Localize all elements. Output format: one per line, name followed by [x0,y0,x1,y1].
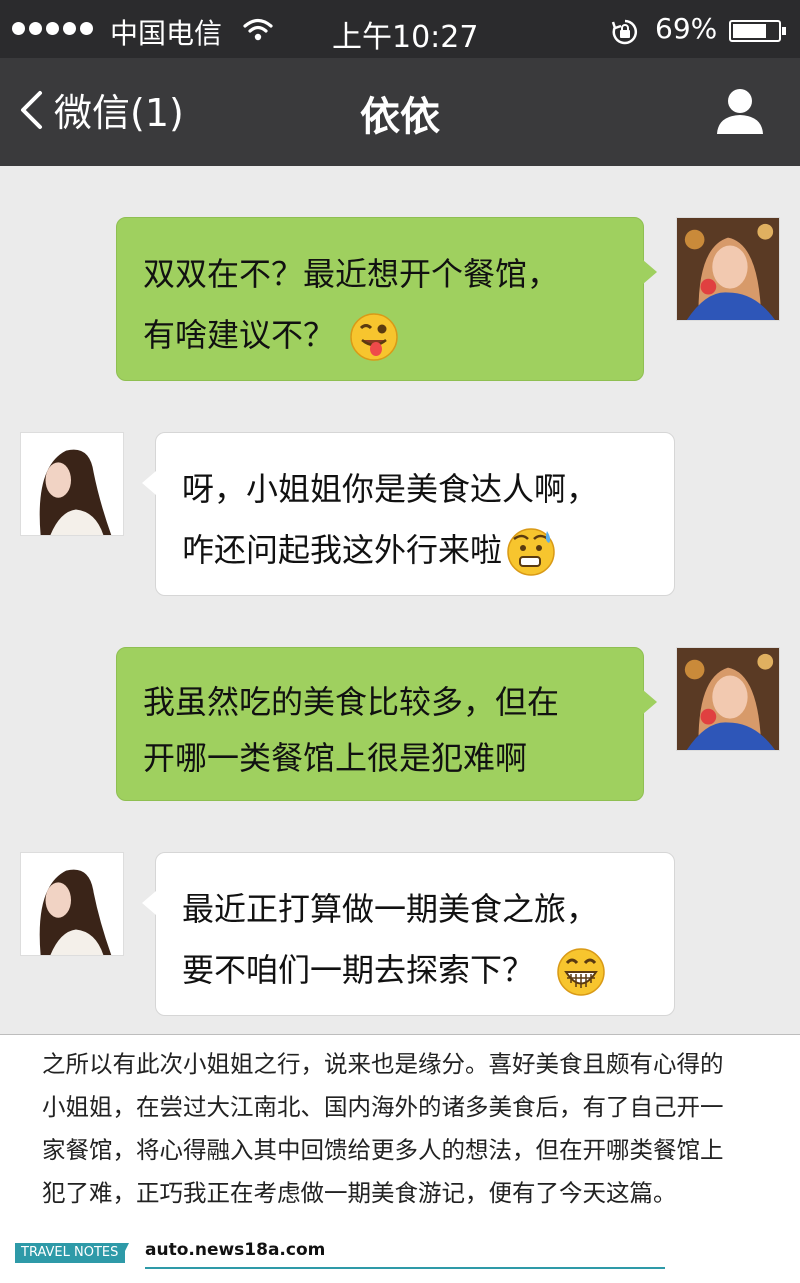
contact-avatar[interactable] [20,432,124,536]
message-text: 呀，小姐姐你是美食达人啊， [182,470,599,508]
message-text: 咋还问起我这外行来啦 [182,531,503,569]
contact-avatar[interactable] [20,852,124,956]
message-text: 要不咱们一期去探索下？ [182,951,535,989]
battery-percent: 69% [655,12,718,45]
article-line: 小姐姐，在尝过大江南北、国内海外的诸多美食后，有了自己开一 [42,1093,724,1121]
footer-divider [145,1267,665,1269]
message-text: 最近正打算做一期美食之旅， [182,890,599,928]
article-line: 犯了难，正巧我正在考虑做一期美食游记，便有了今天这篇。 [42,1179,677,1207]
chat-area: 双双在不？最近想开个餐馆， 有啥建议不？ 呀，小姐姐你是美食达人啊， 咋还问起我… [0,166,800,1034]
message-bubble-sent[interactable]: 我虽然吃的美食比较多，但在 开哪一类餐馆上很是犯难啊 [116,647,657,801]
battery-icon [729,20,786,42]
source-site-link[interactable]: auto.news18a.com [145,1240,325,1260]
my-avatar[interactable] [676,647,780,751]
status-bar: 中国电信 上午10:27 69% [0,0,800,58]
nav-bar: 微信(1) 依依 [0,58,800,166]
grinning-emoji [557,948,605,996]
rotation-lock-icon [611,19,638,45]
message-text: 双双在不？最近想开个餐馆， [143,255,560,293]
message-bubble-sent[interactable]: 双双在不？最近想开个餐馆， 有啥建议不？ [116,217,657,381]
message-bubble-received[interactable]: 呀，小姐姐你是美食达人啊， 咋还问起我这外行来啦 [142,432,675,596]
contact-profile-icon[interactable] [714,86,766,136]
message-text: 有啥建议不？ [143,316,336,354]
wifi-icon [243,18,273,41]
footer-watermark: TRAVEL NOTES auto.news18a.com [15,1240,785,1269]
article-section: 之所以有此次小姐姐之行，说来也是缘分。喜好美食且颇有心得的 小姐姐，在尝过大江南… [0,1034,800,1283]
chat-title: 依依 [360,94,440,140]
message-text: 开哪一类餐馆上很是犯难啊 [143,739,528,777]
article-line: 家餐馆，将心得融入其中回馈给更多人的想法，但在开哪类餐馆上 [42,1136,724,1164]
carrier-label: 中国电信 [110,17,223,50]
travel-notes-tag: TRAVEL NOTES [15,1243,125,1263]
message-text: 我虽然吃的美食比较多，但在 [143,683,560,721]
status-time: 上午10:27 [332,20,479,55]
my-avatar[interactable] [676,217,780,321]
message-bubble-received[interactable]: 最近正打算做一期美食之旅， 要不咱们一期去探索下？ [142,852,675,1016]
winking-tongue-emoji [350,313,398,361]
signal-dots-icon [12,22,93,35]
article-line: 之所以有此次小姐姐之行，说来也是缘分。喜好美食且颇有心得的 [42,1050,724,1078]
article-paragraph: 之所以有此次小姐姐之行，说来也是缘分。喜好美食且颇有心得的 小姐姐，在尝过大江南… [42,1043,772,1215]
sweating-awkward-emoji [507,528,555,576]
